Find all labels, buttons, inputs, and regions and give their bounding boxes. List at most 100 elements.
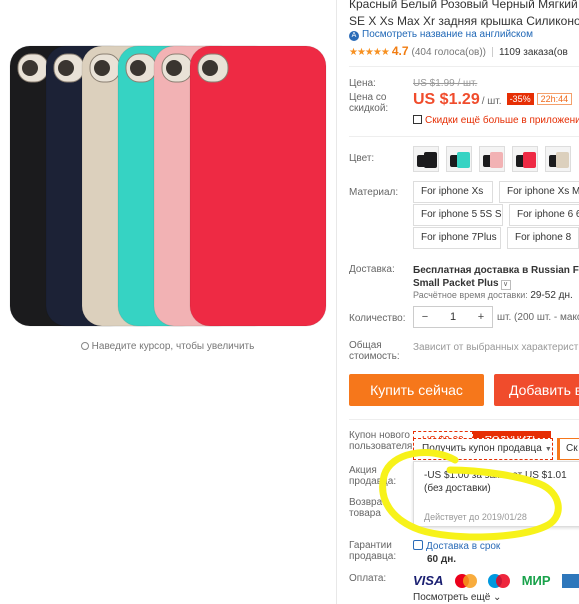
material-option-6-6s[interactable]: For iphone 6 6S (509, 204, 579, 226)
price-label: Цена: (349, 78, 376, 89)
camera-lens-0 (22, 60, 38, 76)
divider (349, 419, 579, 420)
mir-logo-icon: МИР (521, 573, 551, 589)
swatch-thumb (417, 152, 437, 168)
quantity-increase-button[interactable]: + (470, 307, 492, 327)
popup-coupon-line1: -US $1.00 за заказ от US $1.01 (424, 470, 567, 481)
buy-now-button[interactable]: Купить сейчас (349, 374, 484, 406)
caret-down-icon: ▼ (544, 446, 552, 453)
product-title-line1: Красный Белый Розовый Черный Мягкий ч (349, 0, 579, 11)
camera-lens-5 (202, 60, 218, 76)
maestro-logo-icon (488, 573, 511, 588)
product-image[interactable] (0, 0, 335, 335)
mastercard-logo-icon (454, 573, 477, 588)
divider (349, 66, 579, 67)
product-info-panel: Красный Белый Розовый Черный Мягкий ч SE… (349, 0, 579, 604)
returns-label: Возврат товара (349, 497, 387, 519)
rating-row: ★★★★★ 4.7 (404 голоса(ов)) 1109 заказа(ов (349, 44, 568, 58)
guarantee-label: Гарантии продавца: (349, 540, 397, 562)
swatch-thumb (450, 152, 470, 168)
shipping-method-line1: Бесплатная доставка в Russian Feder (413, 265, 579, 276)
qr-code-icon (413, 115, 422, 124)
countdown-timer: 22h:44 (536, 93, 573, 105)
seller-discount-dropdown[interactable]: Ск (557, 438, 579, 460)
camera-lens-2 (94, 60, 110, 76)
shipping-label: Доставка: (349, 264, 395, 275)
chevron-down-icon[interactable]: ∨ (500, 280, 511, 290)
color-swatch-4[interactable] (545, 146, 571, 172)
more-payment-methods-text: Посмотреть ещё (413, 592, 491, 603)
divider (349, 136, 579, 137)
add-to-cart-button[interactable]: Добавить в (494, 374, 579, 406)
phone-case-5 (189, 45, 327, 327)
product-title: Красный Белый Розовый Черный Мягкий ч SE… (349, 0, 579, 30)
material-option-xs[interactable]: For iphone Xs (413, 181, 493, 203)
material-option-7plus[interactable]: For iphone 7Plus (413, 227, 501, 249)
quantity-decrease-button[interactable]: − (414, 307, 436, 327)
delivery-time: Расчётное время доставки: 29-52 дн. (413, 290, 573, 301)
quantity-note: шт. (200 шт. - макс (497, 312, 579, 323)
payment-methods: VISA МИР (413, 572, 579, 590)
rating-separator (492, 47, 494, 58)
color-swatches (413, 146, 578, 172)
translate-title-text: Посмотреть название на английском (362, 29, 533, 40)
shield-icon (413, 540, 423, 550)
column-divider (336, 0, 337, 604)
magnifier-icon (80, 342, 89, 350)
discount-price-label: Цена со скидкой: (349, 92, 389, 114)
color-swatch-3[interactable] (512, 146, 538, 172)
discount-badge: -35% (506, 93, 534, 105)
swatch-thumb (549, 152, 569, 168)
old-price: US $1.99 / шт. (413, 78, 478, 89)
orders-count: 1109 заказа(ов (499, 47, 568, 58)
rating-votes-link[interactable]: (404 голоса(ов)) (412, 47, 487, 58)
current-price: US $1.29/ шт. -35% 22h:44 (413, 91, 573, 109)
product-image-gallery[interactable]: Наведите курсор, чтобы увеличить (0, 0, 335, 604)
quantity-input[interactable]: 1 (436, 307, 470, 327)
quantity-label: Количество: (349, 313, 406, 324)
app-discounts-text: Скидки ещё больше в приложении (425, 115, 579, 126)
shipping-method[interactable]: Бесплатная доставка в Russian Feder Smal… (413, 264, 579, 290)
material-label: Материал: (349, 187, 399, 198)
seller-coupon-dropdown-label: Получить купон продавца (422, 443, 542, 454)
material-option-5-5s-se[interactable]: For iphone 5 5S SE (413, 204, 503, 226)
rating-value: 4.7 (391, 44, 409, 58)
camera-lens-4 (166, 60, 182, 76)
translate-icon: A (349, 31, 359, 41)
seller-coupon-dropdown[interactable]: Получить купон продавца ▼ (413, 438, 553, 460)
new-user-coupon-label: Купон нового пользователя (349, 430, 413, 452)
color-swatch-0[interactable] (413, 146, 439, 172)
quantity-stepper: − 1 + (413, 306, 493, 328)
translate-title-link[interactable]: A Посмотреть название на английском (349, 29, 533, 41)
guarantee-line2: 60 дн. (427, 554, 457, 565)
shipping-method-line2: Small Packet Plus (413, 278, 499, 289)
zoom-hint: Наведите курсор, чтобы увеличить (0, 341, 335, 352)
popup-coupon-line2: (без доставки) (424, 483, 491, 494)
color-swatch-1[interactable] (446, 146, 472, 172)
swatch-thumb (516, 152, 536, 168)
total-label: Общая стоимость: (349, 340, 400, 362)
amex-logo-icon (562, 573, 579, 588)
camera-lens-3 (130, 60, 146, 76)
material-option-8[interactable]: For iphone 8 (507, 227, 579, 249)
chevron-down-icon: ⌄ (493, 592, 502, 603)
material-option-xs-max[interactable]: For iphone Xs Max (499, 181, 579, 203)
visa-logo-icon: VISA (413, 573, 444, 589)
seller-coupon-popup: -US $1.00 за заказ от US $1.01 (без дост… (413, 461, 579, 527)
rating-stars-icon: ★★★★★ (349, 47, 390, 58)
current-price-amount: US $1.29 (413, 91, 480, 108)
guarantee-info[interactable]: Доставка в срок 60 дн. (413, 540, 500, 566)
color-swatch-2[interactable] (479, 146, 505, 172)
camera-lens-1 (58, 60, 74, 76)
more-payment-methods-link[interactable]: Посмотреть ещё ⌄ (413, 592, 501, 603)
product-title-line2: SE X Xs Max Xr задняя крышка Силиконовы (349, 14, 579, 28)
app-discounts-link[interactable]: Скидки ещё больше в приложении (413, 115, 579, 126)
delivery-time-value: 29-52 дн. (530, 290, 573, 301)
seller-promo-label: Акция продавца: (349, 465, 397, 487)
guarantee-line1: Доставка в срок (426, 541, 501, 552)
price-unit: / шт. (481, 96, 502, 107)
swatch-thumb (483, 152, 503, 168)
popup-coupon-expiry: Действует до 2019/01/28 (424, 512, 527, 522)
delivery-time-label: Расчётное время доставки: (413, 290, 528, 300)
payment-label: Оплата: (349, 573, 387, 584)
